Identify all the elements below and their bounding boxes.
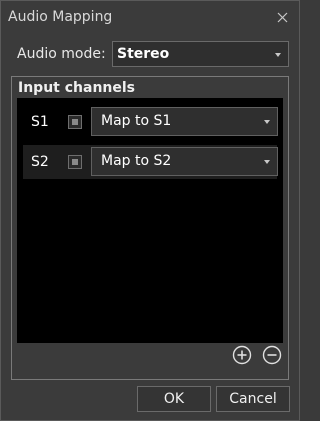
close-button[interactable] [266,1,299,34]
audio-mapping-dialog: Audio Mapping Audio mode: Stereo Input c… [0,0,300,421]
channel-mapping-dropdown[interactable]: Map to S1 [91,107,278,136]
channels-list: S1 Map to S1 S2 Map to S2 [17,98,283,343]
channel-row[interactable]: S2 Map to S2 [23,145,278,179]
input-channels-group: Input channels S1 Map to S1 S2 Map to S2 [11,76,289,380]
audio-mode-label: Audio mode: [17,46,106,62]
channel-checkbox[interactable] [68,115,82,129]
input-channels-title: Input channels [18,80,136,96]
close-icon [277,12,288,23]
channel-checkbox[interactable] [68,155,82,169]
cancel-button[interactable]: Cancel [216,386,290,412]
title-bar: Audio Mapping [1,1,299,36]
remove-channel-button[interactable] [262,345,282,365]
window-title: Audio Mapping [8,9,113,25]
channel-mapping-dropdown[interactable]: Map to S2 [91,147,278,176]
minus-circle-icon [262,345,282,365]
audio-mode-value: Stereo [117,46,170,62]
channel-name: S1 [31,114,49,130]
audio-mode-dropdown[interactable]: Stereo [112,41,289,67]
channel-mapping-value: Map to S2 [101,153,172,169]
ok-button[interactable]: OK [137,386,211,412]
chevron-down-icon [275,53,281,57]
add-channel-button[interactable] [232,345,252,365]
plus-circle-icon [232,345,252,365]
chevron-down-icon [264,120,270,124]
channel-name: S2 [31,154,49,170]
channel-mapping-value: Map to S1 [101,113,172,129]
chevron-down-icon [264,160,270,164]
channel-row[interactable]: S1 Map to S1 [23,105,278,139]
